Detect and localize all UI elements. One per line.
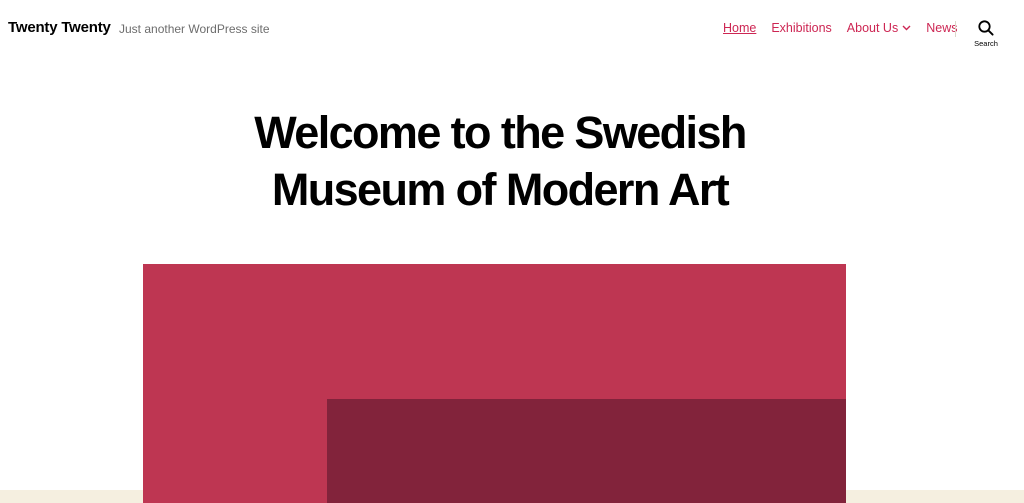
- featured-image-inner-block: [327, 399, 846, 503]
- nav-item-exhibitions[interactable]: Exhibitions: [771, 21, 831, 35]
- primary-nav: Home Exhibitions About Us News: [723, 21, 957, 35]
- site-title[interactable]: Twenty Twenty: [8, 19, 111, 36]
- search-icon: [978, 20, 994, 36]
- site-description: Just another WordPress site: [119, 22, 270, 36]
- search-toggle-button[interactable]: Search: [968, 18, 1004, 52]
- nav-item-news[interactable]: News: [926, 21, 957, 35]
- chevron-down-icon[interactable]: [902, 25, 911, 31]
- page-title-line-1: Welcome to the Swedish: [254, 107, 747, 158]
- entry-header: Welcome to the Swedish Museum of Modern …: [0, 104, 1000, 218]
- site-header: Twenty Twenty Just another WordPress sit…: [0, 0, 1024, 60]
- nav-item-about-us[interactable]: About Us: [847, 21, 911, 35]
- featured-image: [143, 264, 846, 503]
- search-label: Search: [974, 39, 998, 48]
- page: Twenty Twenty Just another WordPress sit…: [0, 0, 1024, 503]
- nav-item-about-us-label[interactable]: About Us: [847, 21, 898, 35]
- page-title-line-2: Museum of Modern Art: [271, 164, 730, 215]
- header-divider: [955, 21, 956, 37]
- page-title: Welcome to the Swedish Museum of Modern …: [0, 104, 1000, 218]
- nav-item-home[interactable]: Home: [723, 21, 756, 35]
